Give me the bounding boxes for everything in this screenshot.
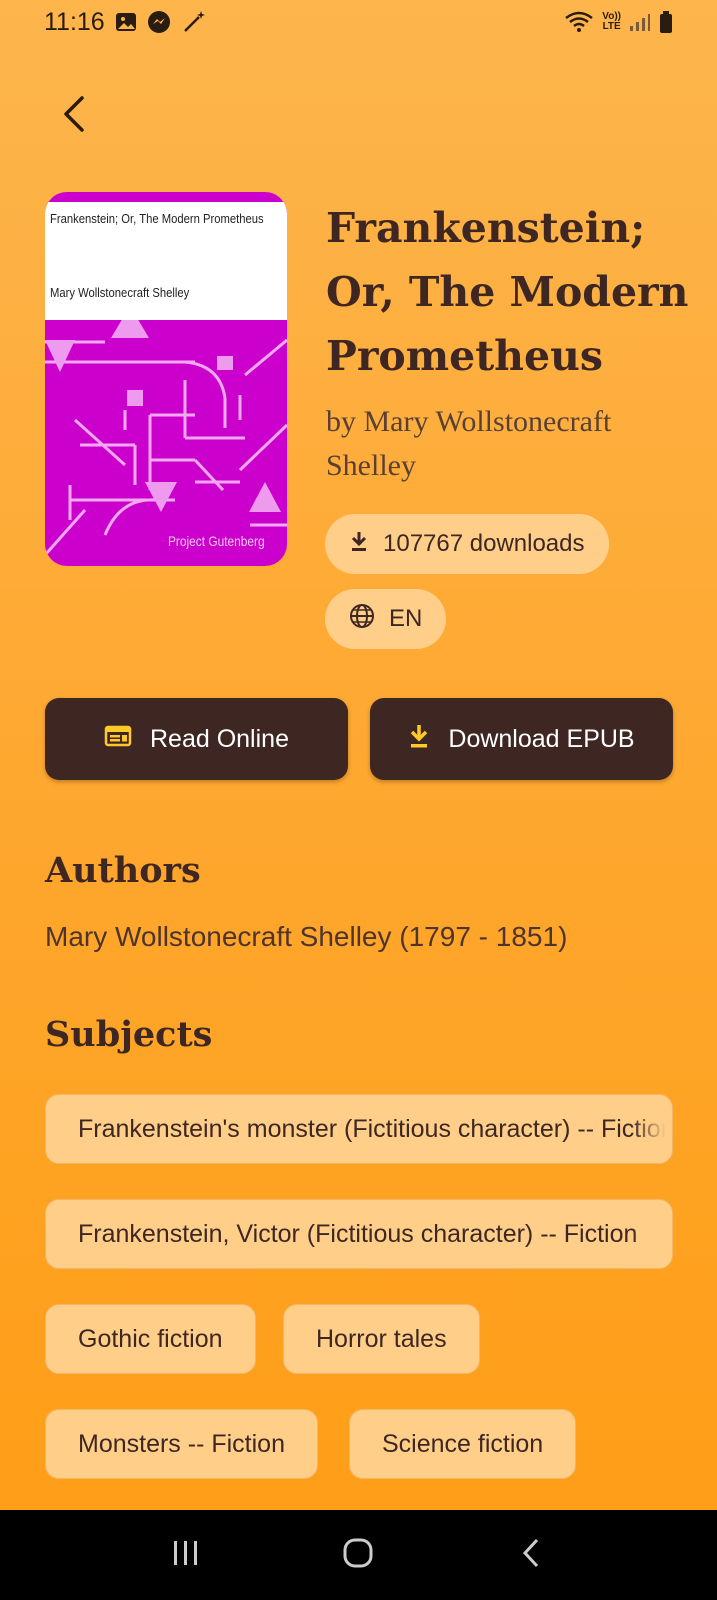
battery-icon [659,10,673,34]
gallery-icon [115,11,137,33]
status-right: Vo)) LTE [564,10,673,34]
subject-chip[interactable]: Monsters -- Fiction [45,1409,318,1479]
subject-label: Gothic fiction [78,1324,223,1353]
download-icon [349,530,369,559]
authors-heading: Authors [45,850,201,891]
system-nav-bar [0,1510,717,1600]
book-cover: Frankenstein; Or, The Modern Prometheus … [45,192,287,566]
download-icon [408,723,430,756]
recent-apps-button[interactable] [156,1525,216,1585]
cover-pattern [45,320,287,556]
book-title: Frankenstein; Or, The Modern Prometheus [326,204,689,380]
subject-label: Frankenstein's monster (Fictitious chara… [78,1114,673,1143]
volte-bottom-label: LTE [602,21,621,32]
status-left: 11:16 [44,8,207,37]
download-epub-label: Download EPUB [448,724,635,753]
volte-icon: Vo)) LTE [602,12,621,32]
wifi-icon [564,10,594,34]
download-epub-button[interactable]: Download EPUB [370,698,673,780]
subject-chip[interactable]: Gothic fiction [45,1304,256,1374]
cover-title: Frankenstein; Or, The Modern Prometheus [50,212,264,226]
status-time: 11:16 [44,7,105,36]
author-entry: Mary Wollstonecraft Shelley (1797 - 1851… [45,921,568,952]
subject-chip[interactable]: Frankenstein's monster (Fictitious chara… [45,1094,673,1164]
read-online-button[interactable]: Read Online [45,698,348,780]
back-icon [520,1537,542,1574]
subject-label: Monsters -- Fiction [78,1429,285,1458]
read-online-label: Read Online [150,724,289,753]
subject-chip[interactable]: Science fiction [349,1409,577,1479]
system-back-button[interactable] [501,1525,561,1585]
magic-wand-icon [181,9,207,35]
messenger-icon [147,10,171,34]
language-code: EN [389,605,423,632]
subjects-heading: Subjects [45,1014,213,1055]
book-author: by Mary Wollstonecraft Shelley [326,405,612,482]
recent-apps-icon [171,1539,201,1572]
subject-label: Horror tales [316,1324,447,1353]
back-button[interactable] [50,92,98,140]
subject-label: Frankenstein, Victor (Fictitious charact… [78,1219,638,1248]
globe-icon [349,603,375,636]
subject-label: Science fiction [382,1429,544,1458]
chevron-left-icon [60,94,88,139]
downloads-chip: 107767 downloads [325,514,609,574]
status-bar: 11:16 Vo)) LTE [0,0,717,44]
subject-chip[interactable]: Frankenstein, Victor (Fictitious charact… [45,1199,673,1269]
web-reader-icon [104,724,132,755]
downloads-count: 107767 downloads [383,530,585,557]
cover-author: Mary Wollstonecraft Shelley [50,286,190,300]
subject-chip[interactable]: Horror tales [283,1304,480,1374]
cover-publisher: Project Gutenberg [168,533,265,549]
signal-icon [629,12,651,32]
language-chip: EN [325,589,447,649]
home-icon [342,1537,374,1574]
home-button[interactable] [328,1525,388,1585]
